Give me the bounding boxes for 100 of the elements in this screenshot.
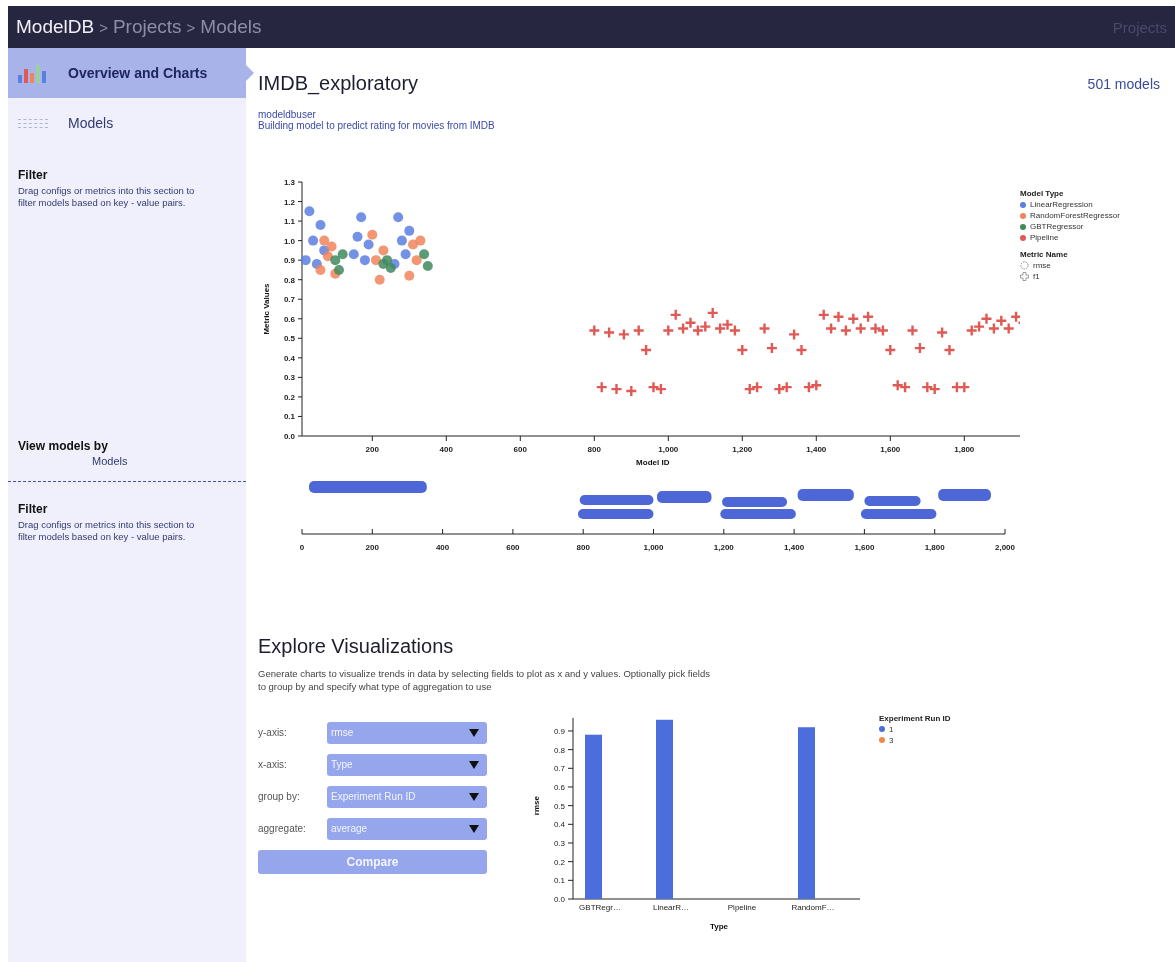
data-point [898,380,912,394]
axis-tick-label: 1,800 [924,543,945,552]
data-point [935,326,949,339]
data-point [721,318,734,331]
data-point [743,382,756,396]
axis-tick-label: 0.0 [553,894,565,904]
axis-tick-label: 600 [506,543,520,552]
axis-tick-label: 1.0 [283,236,295,246]
owner-name: modeldbuser [257,109,317,120]
axis-tick-label: 0.4 [283,353,295,363]
data-point [385,262,396,273]
axis-tick-label: 0.3 [283,373,295,383]
data-point [352,231,363,242]
data-point [810,379,823,392]
data-point [758,322,771,335]
axis-tick-label: 0.7 [283,295,295,305]
data-point [319,235,330,246]
data-point [765,341,779,355]
data-point [334,264,344,275]
data-point [884,343,897,357]
legend-label: 3 [889,735,894,745]
axis-tick-label: 0 [299,543,305,552]
axis-tick-label: RandomF… [791,902,835,912]
data-point [393,212,404,223]
data-point [913,341,927,355]
axis-title: Model ID [636,458,670,467]
data-point [832,310,845,323]
filter-hint: Drag configs or metrics into this section to filter models based on key - value pairs. [18,185,196,209]
data-point [602,326,616,339]
axis-tick-label: LinearR… [653,902,689,912]
breadcrumb-separator: > [99,18,108,36]
axis-tick-label: 0.1 [553,875,565,885]
field-label: aggregate: [258,823,307,835]
data-point [965,324,978,337]
axis-tick-label: 1,200 [732,445,753,454]
axis-tick-label: 0.6 [553,782,565,792]
app-title[interactable]: ModelDB [16,16,95,38]
axis-title: Type [709,921,729,931]
data-point [348,249,359,260]
axis-tick-label: 0.8 [553,745,565,755]
data-point [625,384,638,398]
data-point [356,212,367,223]
axis-tick-label: 0.2 [553,857,565,867]
data-point [315,220,326,230]
data-point [995,314,1008,327]
data-point [419,249,430,260]
data-point [337,249,348,260]
data-point [780,380,793,394]
dropdown-arrow-icon [469,792,479,801]
data-point [374,274,385,285]
axis-tick-label: 0.1 [283,412,295,422]
legend-title: Model Type [1020,189,1065,198]
data-point [595,380,608,394]
axis-tick-label: 0.8 [283,275,295,285]
axis-tick-label: 0.5 [283,334,295,344]
axis-tick-label: 200 [365,543,379,552]
data-point [367,229,378,240]
pointer-arrow-icon [246,65,254,81]
axis-title: Metric Values [262,283,271,335]
data-point [891,379,904,392]
axis-tick-label: 800 [576,543,590,552]
legend-label: LinearRegression [1030,200,1093,209]
axis-tick-label: GBTRegr… [579,902,621,912]
field-label: group by: [258,791,301,803]
data-point [408,239,418,250]
axis-tick-label: 1,000 [643,543,664,552]
sidebar-item[interactable]: Overview and Charts [8,48,246,98]
data-point [396,235,407,246]
data-point [632,324,645,337]
axis-tick-label: Pipeline [727,902,757,912]
axis-tick-label: 600 [513,445,527,454]
data-point [876,324,890,337]
project-title: IMDB_exploratory [258,72,419,95]
data-point [371,255,381,266]
breadcrumb-link[interactable]: Projects [112,16,182,38]
data-point [847,312,860,325]
data-point [610,382,623,396]
data-point [363,239,374,250]
data-point [713,322,727,335]
section-description: Generate charts to visualize trends in data by selecting fields to plot as x and y values. Optionally pick fields to group by and specify what type of aggregation to use [257,668,711,694]
axis-tick-label: 1,400 [784,543,805,552]
data-point [684,316,697,329]
data-point [322,251,333,262]
axis-tick-label: 1,400 [806,445,827,454]
data-point [736,343,749,357]
data-point [404,225,415,236]
axis-tick-label: 1,600 [854,543,875,552]
legend-label: Pipeline [1030,233,1059,242]
legend-label: f1 [1033,272,1040,281]
breadcrumb-link[interactable]: Models [200,16,262,38]
sidebar-item[interactable]: Models [8,98,246,148]
axis-tick-label: 1,200 [713,543,734,552]
data-point [330,255,341,266]
view-by-value[interactable]: Models [18,454,236,467]
data-point [300,255,311,266]
dropdown-arrow-icon [469,728,479,737]
field-label: x-axis: [258,759,288,771]
data-point [921,380,934,394]
legend-label: 1 [889,724,894,734]
data-point [400,249,411,260]
